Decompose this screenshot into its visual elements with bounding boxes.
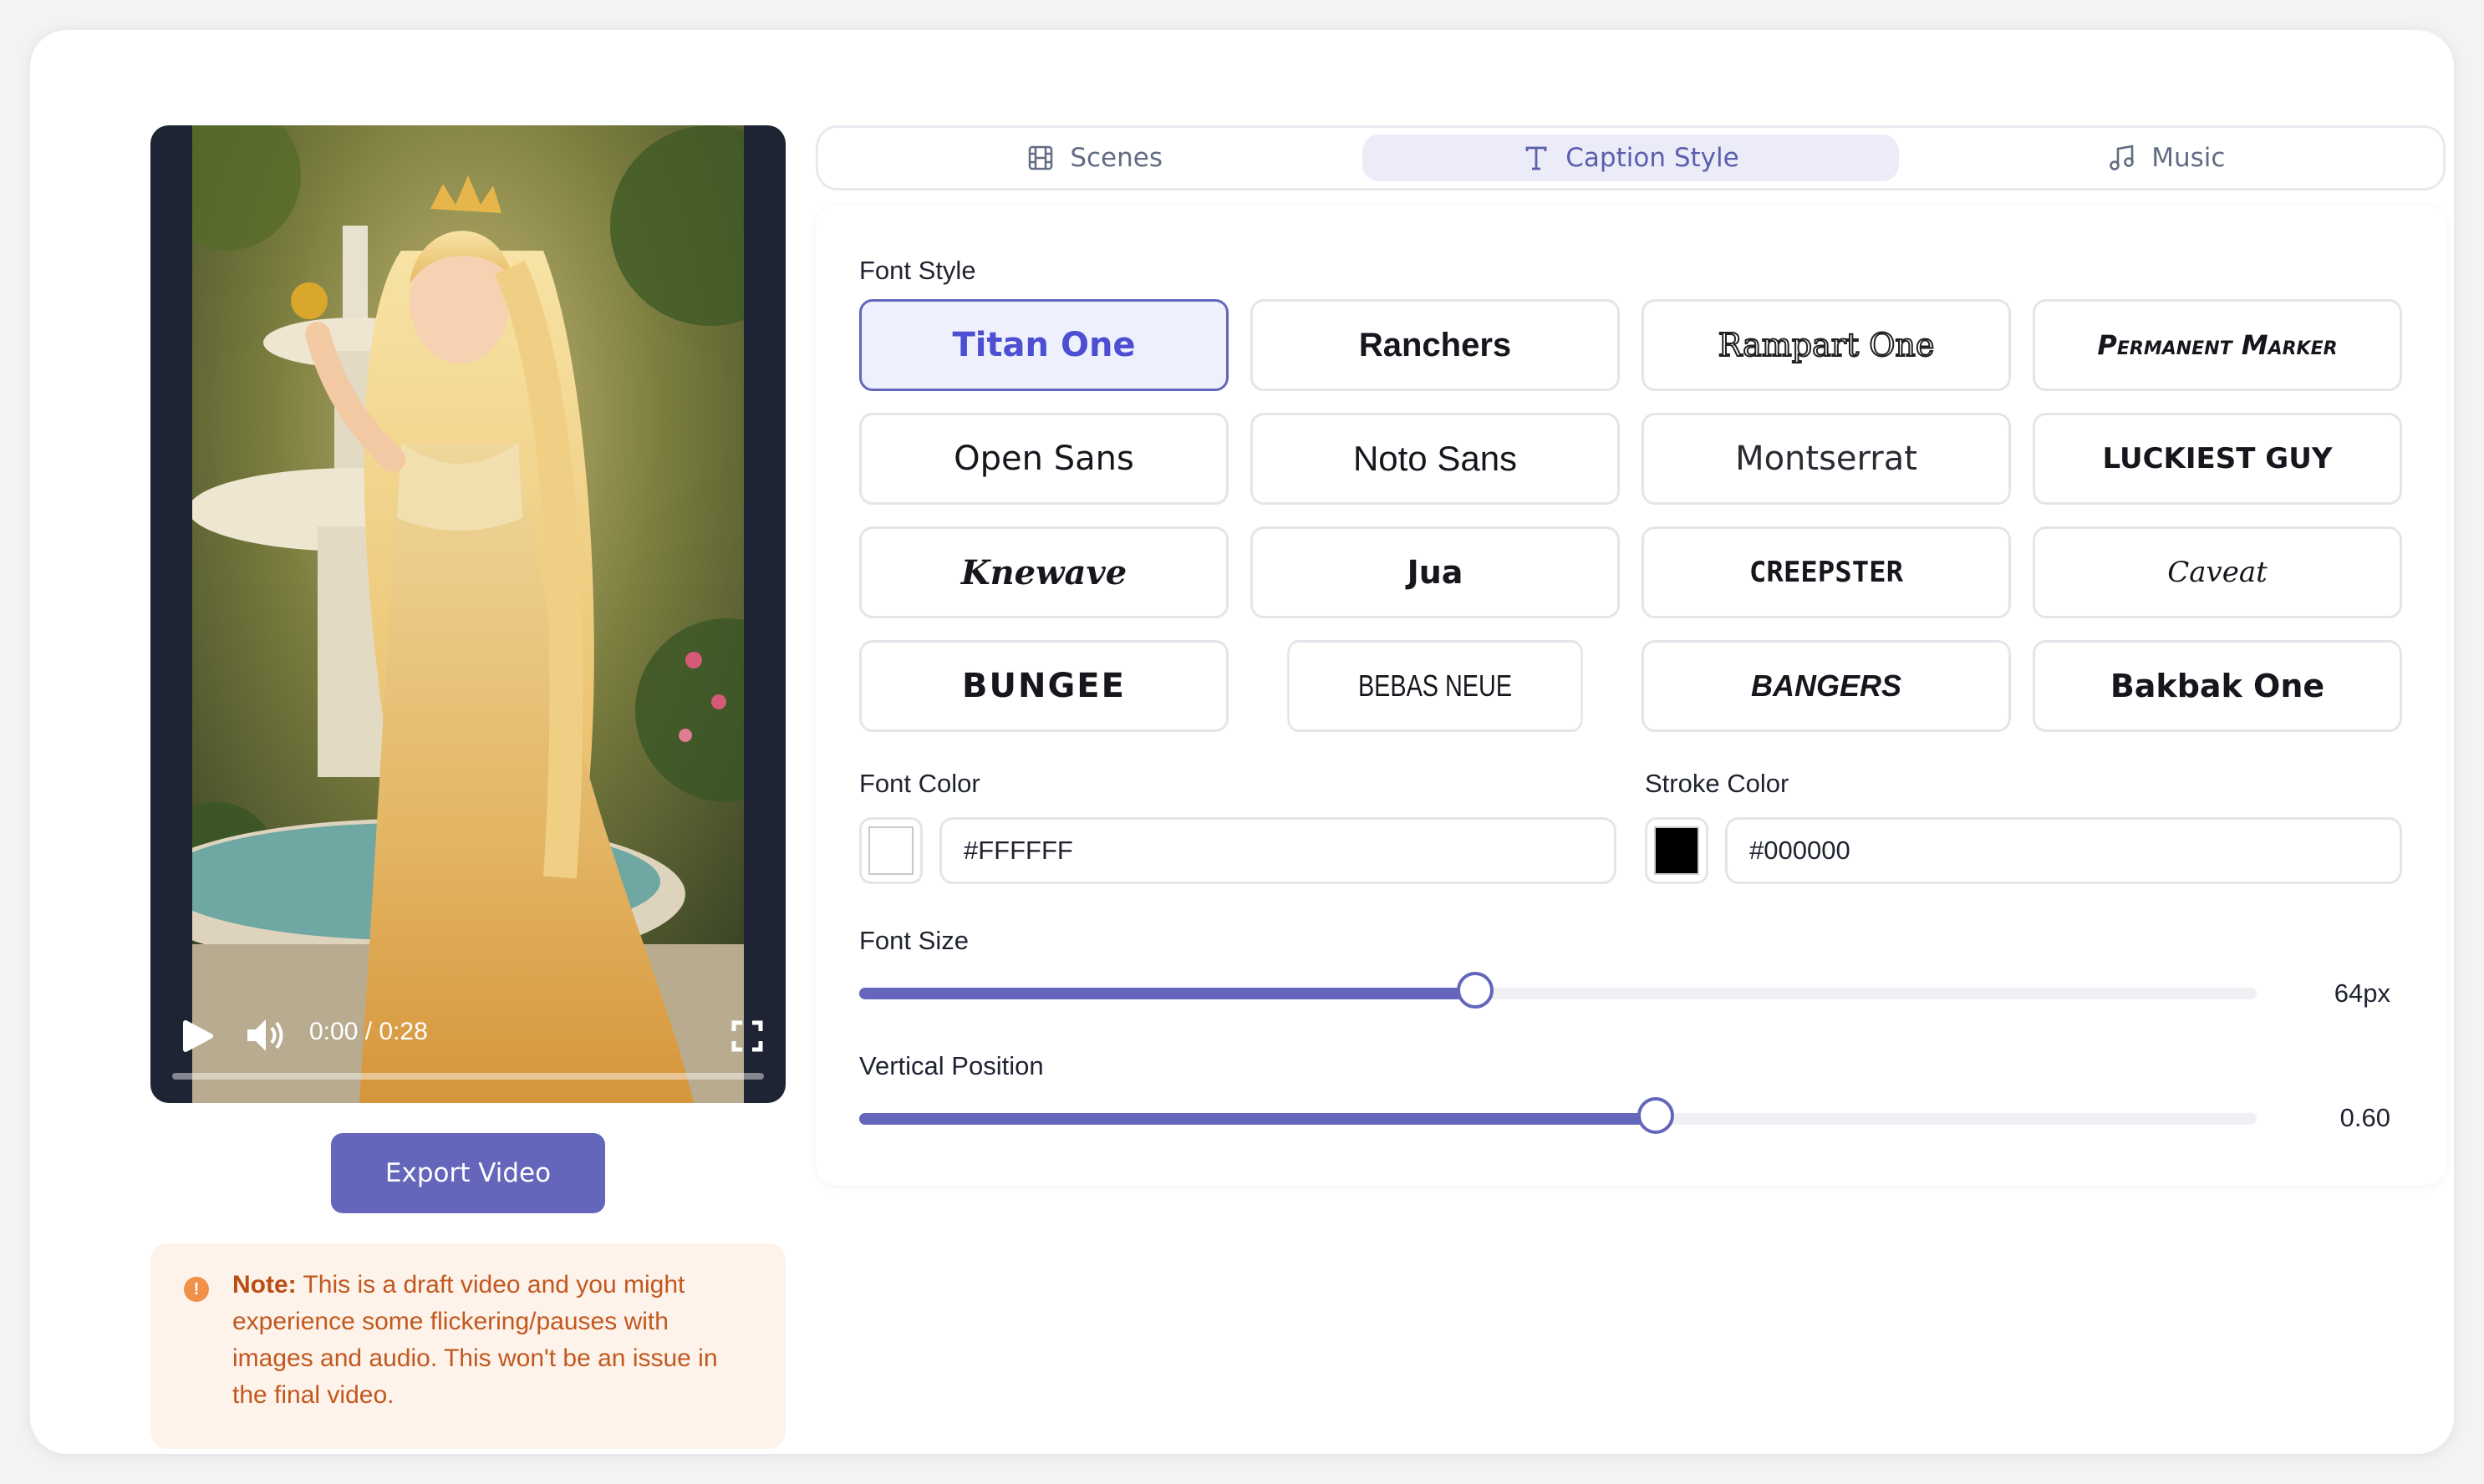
vertical-position-slider-thumb[interactable] bbox=[1637, 1097, 1675, 1134]
info-icon: ! bbox=[184, 1277, 209, 1302]
font-option-bakbak-one[interactable]: Bakbak One bbox=[2033, 640, 2402, 732]
font-size-slider[interactable] bbox=[859, 972, 2257, 1009]
font-option-permanent-marker[interactable]: Permanent Marker bbox=[2033, 299, 2402, 391]
note-prefix: Note: bbox=[232, 1271, 297, 1298]
tab-label: Caption Style bbox=[1565, 143, 1739, 173]
font-option-titan-one[interactable]: Titan One bbox=[859, 299, 1229, 391]
vertical-position-slider[interactable] bbox=[859, 1097, 2257, 1134]
font-color-input[interactable] bbox=[939, 817, 1616, 884]
font-style-label: Font Style bbox=[859, 256, 976, 285]
vertical-position-value: 0.60 bbox=[2339, 1103, 2390, 1132]
font-option-montserrat[interactable]: Montserrat bbox=[1642, 413, 2011, 505]
font-option-creepster[interactable]: Creepster bbox=[1642, 526, 2011, 618]
tab-caption-style[interactable]: Caption Style bbox=[1362, 135, 1899, 181]
font-option-luckiest-guy[interactable]: Luckiest Guy bbox=[2033, 413, 2402, 505]
play-icon[interactable] bbox=[179, 1018, 216, 1055]
vertical-position-label: Vertical Position bbox=[859, 1051, 1044, 1080]
video-time: 0:00 / 0:28 bbox=[309, 1018, 428, 1045]
video-progress-bar[interactable] bbox=[172, 1073, 764, 1080]
draft-note: ! Note: This is a draft video and you mi… bbox=[150, 1243, 786, 1449]
editor-card: 0:00 / 0:28 Export Video ! Note: This is… bbox=[30, 30, 2454, 1454]
font-size-slider-thumb[interactable] bbox=[1457, 972, 1494, 1009]
music-note-icon bbox=[2110, 145, 2135, 170]
video-controls: 0:00 / 0:28 bbox=[150, 986, 786, 1103]
font-color-swatch[interactable] bbox=[859, 817, 923, 884]
font-style-grid: Titan One Ranchers Rampart One Permanent… bbox=[859, 299, 2402, 732]
font-option-noto-sans[interactable]: Noto Sans bbox=[1250, 413, 1620, 505]
video-frame-princess bbox=[192, 125, 744, 1103]
font-option-bebas-neue[interactable]: BEBAS NEUE bbox=[1287, 640, 1583, 732]
font-option-bungee[interactable]: BUNGEE bbox=[859, 640, 1229, 732]
editor-tabs: Scenes Caption Style Music bbox=[816, 125, 2446, 191]
video-player[interactable]: 0:00 / 0:28 bbox=[150, 125, 786, 1103]
fullscreen-icon[interactable] bbox=[730, 1019, 764, 1053]
font-option-ranchers[interactable]: Ranchers bbox=[1250, 299, 1620, 391]
tab-scenes[interactable]: Scenes bbox=[827, 135, 1362, 181]
font-color-label: Font Color bbox=[859, 769, 980, 798]
stroke-color-preview bbox=[1654, 826, 1699, 875]
font-option-bangers[interactable]: BANGERS bbox=[1642, 640, 2011, 732]
font-size-slider-fill bbox=[859, 988, 1476, 999]
film-icon bbox=[1029, 145, 1053, 170]
font-option-rampart-one[interactable]: Rampart One bbox=[1642, 299, 2011, 391]
font-option-jua[interactable]: Jua bbox=[1250, 526, 1620, 618]
caption-style-panel: Font Style Titan One Ranchers Rampart On… bbox=[816, 206, 2446, 1185]
font-option-caveat[interactable]: Caveat bbox=[2033, 526, 2402, 618]
font-color-preview bbox=[868, 826, 914, 875]
font-option-knewave[interactable]: Knewave bbox=[859, 526, 1229, 618]
font-option-open-sans[interactable]: Open Sans bbox=[859, 413, 1229, 505]
note-text: This is a draft video and you might expe… bbox=[232, 1271, 718, 1409]
export-video-button[interactable]: Export Video bbox=[331, 1133, 605, 1213]
font-size-label: Font Size bbox=[859, 926, 969, 955]
tab-music[interactable]: Music bbox=[1899, 135, 2435, 181]
stroke-color-label: Stroke Color bbox=[1645, 769, 1789, 798]
font-size-value: 64px bbox=[2334, 978, 2390, 1008]
text-icon bbox=[1525, 146, 1547, 170]
tab-label: Scenes bbox=[1070, 143, 1163, 173]
tab-label: Music bbox=[2151, 143, 2226, 173]
vertical-position-slider-fill bbox=[859, 1113, 1657, 1125]
stroke-color-input[interactable] bbox=[1725, 817, 2402, 884]
volume-icon[interactable] bbox=[244, 1016, 288, 1055]
stroke-color-swatch[interactable] bbox=[1645, 817, 1708, 884]
